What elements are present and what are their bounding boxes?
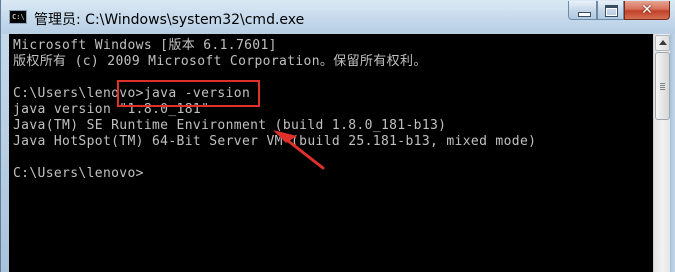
arrow-shaft xyxy=(285,138,325,170)
arrow-head xyxy=(273,130,297,143)
cmd-window: C:\ 管理员: C:\Windows\system32\cmd.exe ✕ M… xyxy=(0,0,675,272)
annotation-arrow xyxy=(273,130,325,170)
